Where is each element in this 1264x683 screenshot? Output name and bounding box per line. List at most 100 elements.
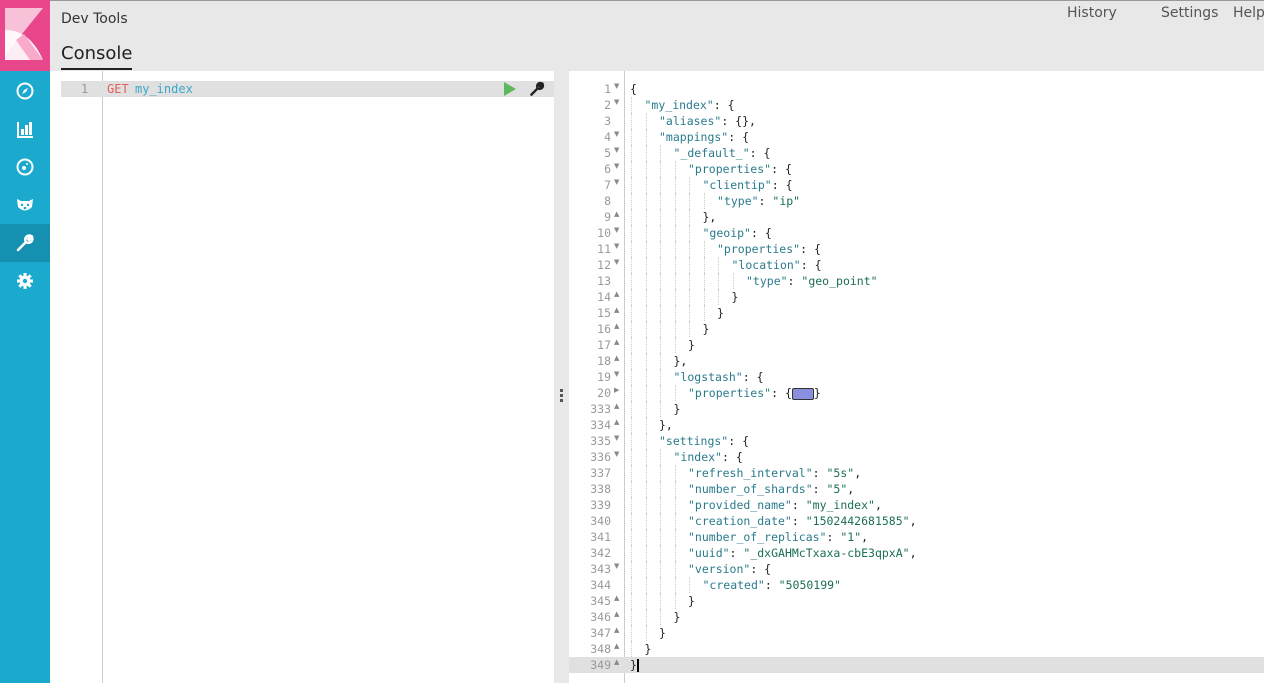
code-text: "properties": {	[717, 242, 821, 256]
fold-end-icon[interactable]: ▲	[614, 402, 619, 410]
code-text: {	[630, 82, 637, 96]
help-link[interactable]: Help	[1233, 5, 1264, 21]
indent-guide	[674, 529, 676, 545]
indent-guide	[631, 177, 632, 193]
request-editor[interactable]: 1 GET my_index	[50, 71, 554, 683]
fold-arrow-icon[interactable]: ▼	[614, 258, 619, 266]
indent-guide	[660, 177, 661, 193]
output-line: 13 "type": "geo_point"	[569, 273, 1264, 289]
sidebar-item-timelion[interactable]	[0, 186, 50, 224]
output-line: 15 ▲}	[569, 305, 1264, 321]
collapsed-fold-icon[interactable]	[791, 387, 814, 400]
fold-arrow-icon[interactable]: ▼	[614, 226, 619, 234]
indent-guide	[631, 385, 632, 401]
fold-arrow-icon[interactable]: ▼	[614, 450, 619, 458]
output-line: 337 "refresh_interval": "5s",	[569, 465, 1264, 481]
indent-guide	[660, 481, 661, 497]
indent-guide	[645, 497, 647, 513]
output-line: 18 ▲},	[569, 353, 1264, 369]
indent-guide	[660, 257, 661, 273]
fold-arrow-icon[interactable]: ▼	[614, 242, 619, 250]
output-line: 7 ▼ "clientip": {	[569, 177, 1264, 193]
fold-end-icon[interactable]: ▲	[614, 626, 619, 634]
code-text: }	[673, 610, 681, 624]
fold-arrow-icon[interactable]: ▼	[614, 146, 619, 154]
fold-arrow-icon[interactable]: ▼	[614, 370, 619, 378]
line-number: 347	[590, 626, 611, 640]
fold-arrow-icon[interactable]: ▼	[614, 98, 619, 106]
line-number: 8	[604, 194, 611, 208]
expand-arrow-icon[interactable]: ▶	[614, 386, 619, 394]
indent-guide	[631, 97, 632, 113]
fold-end-icon[interactable]: ▲	[614, 338, 619, 346]
output-line: 20 ▶ "properties": {}	[569, 385, 1264, 401]
code-text: },	[659, 418, 673, 432]
fold-arrow-icon[interactable]: ▼	[614, 434, 619, 442]
fold-end-icon[interactable]: ▲	[614, 306, 619, 314]
settings-link[interactable]: Settings	[1161, 5, 1218, 21]
line-number: 9	[604, 210, 611, 224]
gear-icon	[17, 273, 33, 289]
indent-guide	[674, 273, 676, 289]
fold-end-icon[interactable]: ▲	[614, 418, 619, 426]
line-number: 336	[590, 450, 611, 464]
indent-guide	[645, 561, 647, 577]
indent-guide	[645, 257, 647, 273]
bear-icon	[17, 199, 33, 211]
indent-guide	[645, 417, 647, 433]
sidebar-item-dashboard[interactable]	[0, 148, 50, 186]
fold-end-icon[interactable]: ▲	[614, 594, 619, 602]
pane-resizer[interactable]	[554, 71, 569, 683]
wrench-icon[interactable]	[529, 81, 545, 97]
indent-guide	[631, 513, 632, 529]
indent-guide	[631, 209, 632, 225]
fold-end-icon[interactable]: ▲	[614, 290, 619, 298]
indent-guide	[631, 289, 632, 305]
output-line: 344 "created": "5050199"	[569, 577, 1264, 593]
kibana-logo[interactable]	[0, 0, 50, 71]
fold-end-icon[interactable]: ▲	[614, 354, 619, 362]
fold-end-icon[interactable]: ▲	[614, 642, 619, 650]
code-text: "settings": {	[659, 434, 750, 448]
sidebar	[0, 0, 50, 683]
tab-console[interactable]: Console	[61, 43, 133, 70]
fold-arrow-icon[interactable]: ▼	[614, 178, 619, 186]
indent-guide	[703, 305, 705, 321]
output-line: 338 "number_of_shards": "5",	[569, 481, 1264, 497]
indent-guide	[645, 113, 647, 129]
app-title: Dev Tools	[61, 11, 128, 27]
fold-arrow-icon[interactable]: ▼	[614, 562, 619, 570]
fold-end-icon[interactable]: ▲	[614, 210, 619, 218]
response-output[interactable]: 1 ▼{2 ▼ "my_index": {3 "aliases": {}, 4 ▼ "mapp…	[569, 71, 1264, 683]
header: Dev Tools Console History Settings Help	[50, 0, 1264, 71]
indent-guide	[703, 257, 705, 273]
code-text: },	[702, 210, 717, 224]
sidebar-item-management[interactable]	[0, 262, 50, 300]
sidebar-item-discover[interactable]	[0, 72, 50, 110]
fold-arrow-icon[interactable]: ▼	[614, 130, 619, 138]
code-text: "_default_": {	[673, 146, 771, 160]
history-link[interactable]: History	[1067, 5, 1117, 21]
indent-guide	[631, 305, 632, 321]
indent-guide	[631, 113, 632, 129]
fold-end-icon[interactable]: ▲	[614, 610, 619, 618]
sidebar-item-visualize[interactable]	[0, 110, 50, 148]
fold-end-icon[interactable]: ▲	[614, 658, 619, 666]
line-number: 13	[597, 274, 611, 288]
line-number: 5	[604, 146, 611, 160]
editor-line[interactable]: 1 GET my_index	[61, 81, 554, 97]
output-line: 345 ▲}	[569, 593, 1264, 609]
fold-end-icon[interactable]: ▲	[614, 322, 619, 330]
output-line: 12 ▼ "location": {	[569, 257, 1264, 273]
run-icon[interactable]	[504, 82, 516, 96]
fold-arrow-icon[interactable]: ▼	[614, 162, 619, 170]
code-text: "creation_date": "1502442681585",	[688, 514, 917, 528]
fold-arrow-icon[interactable]: ▼	[614, 82, 619, 90]
resize-handle-icon	[560, 389, 563, 392]
sidebar-item-devtools[interactable]	[0, 224, 50, 262]
line-number: 17	[597, 338, 611, 352]
code-text: }	[702, 322, 710, 336]
indent-guide	[631, 241, 632, 257]
line-number: 7	[604, 178, 611, 192]
code-text: "created": "5050199"	[702, 578, 841, 592]
